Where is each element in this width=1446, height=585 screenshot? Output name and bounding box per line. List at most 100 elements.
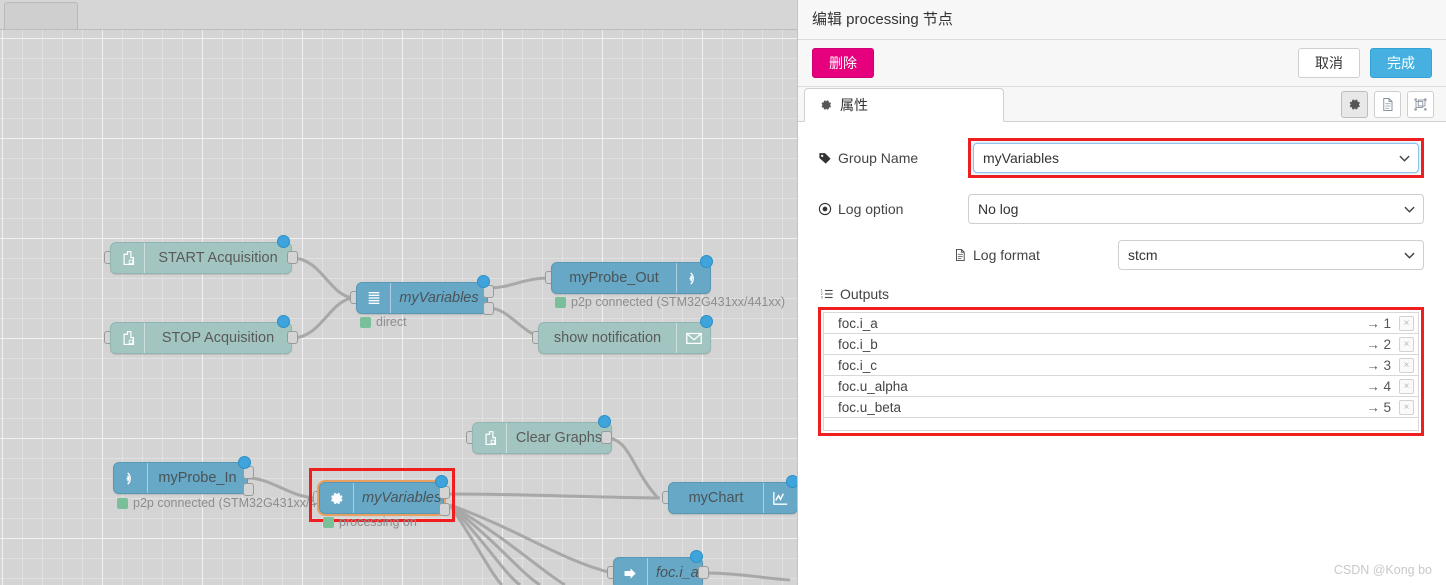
output-delete-button[interactable]: × xyxy=(1399,357,1414,373)
group-name-label-wrap: Group Name xyxy=(818,150,968,166)
form-row-group-name: Group Name myVariables xyxy=(818,138,1424,178)
output-delete-button[interactable]: × xyxy=(1399,336,1414,352)
log-option-label: Log option xyxy=(838,201,904,217)
node-start-acquisition[interactable]: START Acquisition xyxy=(110,242,292,274)
group-name-highlight: myVariables xyxy=(968,138,1424,178)
gear-icon xyxy=(1347,97,1362,112)
log-format-select[interactable]: stcm xyxy=(1118,240,1424,270)
flow-canvas[interactable]: START Acquisition STOP Acquisition myVar… xyxy=(0,0,797,585)
tab-label: 属性 xyxy=(840,97,868,113)
node-label: foc.i_a xyxy=(656,565,699,581)
node-status-label: processing on xyxy=(339,515,417,529)
properties-form: Group Name myVariables Log option No log… xyxy=(798,122,1446,436)
node-label: myVariables xyxy=(399,290,479,306)
wifi-icon xyxy=(114,463,148,493)
node-badge-show-notification xyxy=(700,315,713,328)
list-icon xyxy=(357,283,391,313)
output-row[interactable]: foc.u_alpha → 4 × xyxy=(824,376,1418,397)
inject-icon xyxy=(111,323,145,353)
output-index: → 4 xyxy=(1366,378,1391,394)
output-name: foc.u_alpha xyxy=(838,378,908,394)
tool-document-button[interactable] xyxy=(1374,91,1401,118)
outputs-label-wrap: 123 Outputs xyxy=(820,286,1424,302)
group-name-select[interactable]: myVariables xyxy=(973,143,1419,173)
status-dot-icon xyxy=(555,296,566,308)
node-status-myprobe-out: p2p connected (STM32G431xx/441xx) xyxy=(555,295,785,309)
tab-properties[interactable]: 属性 xyxy=(804,88,1004,122)
node-foc-i-a[interactable]: foc.i_a xyxy=(613,557,703,585)
node-label: show notification xyxy=(553,330,662,346)
output-delete-button[interactable]: × xyxy=(1399,378,1414,394)
node-badge-start xyxy=(277,235,290,248)
log-format-label: Log format xyxy=(973,247,1040,263)
node-status-myvariables-sel: processing on xyxy=(323,515,417,529)
group-name-value: myVariables xyxy=(983,150,1059,166)
node-badge-stop xyxy=(277,315,290,328)
tool-layers-button[interactable] xyxy=(1407,91,1434,118)
node-myprobe-in[interactable]: myProbe_In xyxy=(113,462,248,494)
node-label: myProbe_Out xyxy=(569,270,659,286)
node-badge-mychart xyxy=(786,475,797,488)
node-status-myprobe-in: p2p connected (STM32G431xx/4 xyxy=(117,496,316,510)
node-badge-myprobe-in xyxy=(238,456,251,469)
output-delete-button[interactable]: × xyxy=(1399,399,1414,415)
tag-icon xyxy=(818,151,832,165)
watermark: CSDN @Kong bo xyxy=(1333,563,1432,577)
canvas-tab-placeholder[interactable] xyxy=(4,2,78,29)
svg-text:3: 3 xyxy=(821,296,823,300)
node-myprobe-out[interactable]: myProbe_Out xyxy=(551,262,711,294)
log-option-value: No log xyxy=(978,201,1019,217)
node-label: myChart xyxy=(688,490,744,506)
app-root: START Acquisition STOP Acquisition myVar… xyxy=(0,0,1446,585)
output-row[interactable]: foc.u_beta → 5 × xyxy=(824,397,1418,418)
output-name: foc.i_b xyxy=(838,336,878,352)
document-icon xyxy=(1380,97,1395,112)
port-output-foc-i-a[interactable] xyxy=(698,566,709,579)
done-button[interactable]: 完成 xyxy=(1370,48,1432,78)
panel-tool-buttons xyxy=(1341,91,1434,118)
panel-tabbar: 属性 xyxy=(798,87,1446,122)
outputs-list-tail xyxy=(823,418,1419,431)
link-out-icon xyxy=(614,558,648,585)
node-status-label: p2p connected (STM32G431xx/441xx) xyxy=(571,295,786,309)
node-badge-myvariables-top xyxy=(477,275,490,288)
node-mychart[interactable]: myChart xyxy=(668,482,797,514)
node-stop-acquisition[interactable]: STOP Acquisition xyxy=(110,322,292,354)
output-index: → 1 xyxy=(1366,315,1391,331)
canvas-header xyxy=(0,0,797,30)
node-label: Clear Graphs xyxy=(515,430,603,446)
node-label: START Acquisition xyxy=(158,250,278,266)
inject-icon xyxy=(111,243,145,273)
output-row[interactable]: foc.i_c → 3 × xyxy=(824,355,1418,376)
cancel-button[interactable]: 取消 xyxy=(1298,48,1360,78)
form-row-log-format: Log format stcm xyxy=(818,240,1424,270)
gear-icon xyxy=(320,483,354,513)
delete-button[interactable]: 删除 xyxy=(812,48,874,78)
node-label: myProbe_In xyxy=(158,470,237,486)
panel-title: 编辑 processing 节点 xyxy=(798,0,1446,40)
chevron-down-icon xyxy=(1399,153,1410,164)
outputs-label: Outputs xyxy=(840,286,890,302)
output-delete-button[interactable]: × xyxy=(1399,315,1414,331)
document-icon xyxy=(953,248,967,262)
port-output-clear-graphs[interactable] xyxy=(601,431,612,444)
radio-icon xyxy=(818,202,832,216)
node-myvariables-processing[interactable]: myVariables xyxy=(317,480,446,516)
log-format-label-wrap: Log format xyxy=(953,247,1118,263)
port-output-myvariables-top-2[interactable] xyxy=(483,302,494,315)
port-output-myprobe-in-2[interactable] xyxy=(243,483,254,496)
status-dot-icon xyxy=(360,316,371,328)
output-row[interactable]: foc.i_a → 1 × xyxy=(824,313,1418,334)
ordered-list-icon: 123 xyxy=(820,287,834,301)
port-output-stop[interactable] xyxy=(287,331,298,344)
node-show-notification[interactable]: show notification xyxy=(538,322,711,354)
log-option-select[interactable]: No log xyxy=(968,194,1424,224)
node-badge-myvariables-sel xyxy=(435,475,448,488)
port-output-start[interactable] xyxy=(287,251,298,264)
output-row[interactable]: foc.i_b → 2 × xyxy=(824,334,1418,355)
node-myvariables-top[interactable]: myVariables xyxy=(356,282,488,314)
port-output-myvariables-sel-2[interactable] xyxy=(439,503,450,516)
tool-gear-button[interactable] xyxy=(1341,91,1368,118)
status-dot-icon xyxy=(117,497,128,509)
node-clear-graphs[interactable]: Clear Graphs xyxy=(472,422,612,454)
